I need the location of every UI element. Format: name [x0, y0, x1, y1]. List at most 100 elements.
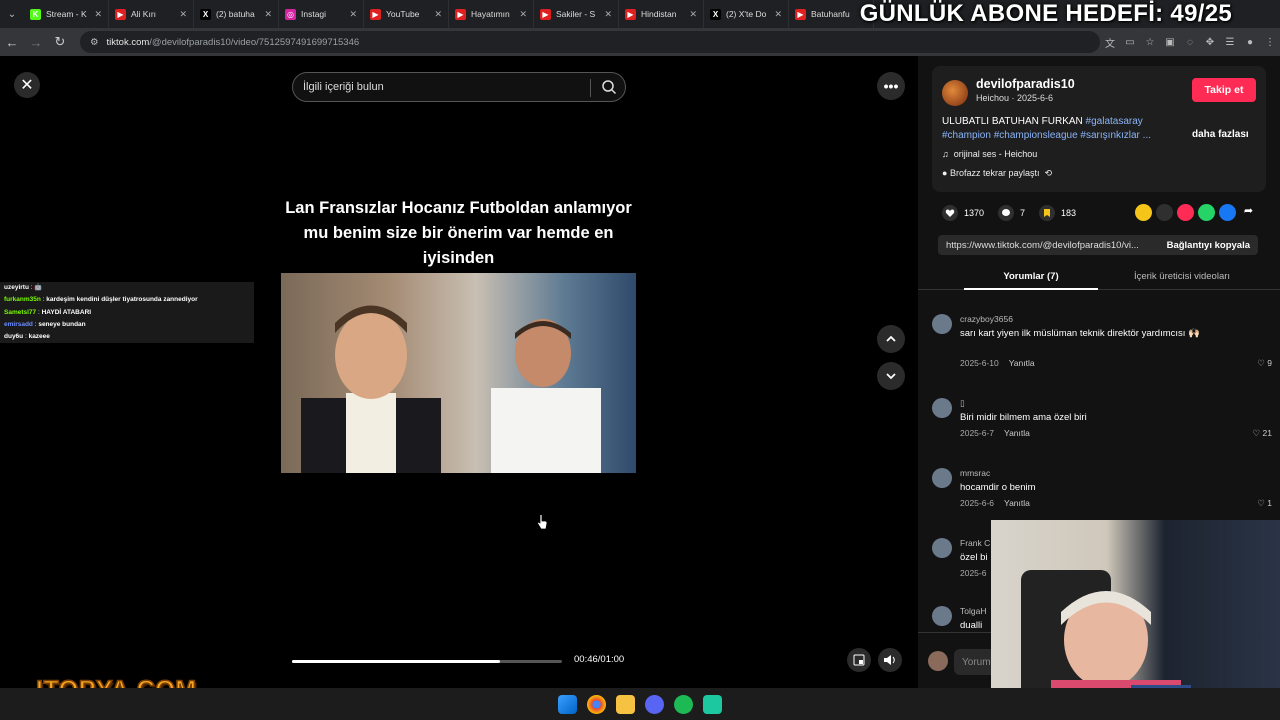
sound-label: orijinal ses - Heichou	[953, 149, 1038, 159]
commenter-avatar[interactable]	[932, 468, 952, 488]
copy-link-button[interactable]: Bağlantıyı kopyala	[1167, 240, 1250, 251]
whatsapp-icon[interactable]	[1198, 204, 1215, 221]
close-tab-icon[interactable]: ✕	[774, 9, 782, 20]
extensions-puzzle-icon[interactable]: ✥	[1200, 28, 1220, 56]
heart-icon	[942, 205, 958, 221]
spotify-icon[interactable]	[674, 694, 693, 714]
close-tab-icon[interactable]: ✕	[349, 9, 357, 20]
tab-search-icon[interactable]: ⌄	[0, 0, 24, 28]
profile-avatar[interactable]: ●	[1240, 28, 1260, 56]
browser-tab[interactable]: ▶ Hayatımın ✕	[449, 0, 534, 28]
back-icon[interactable]: ←	[0, 28, 24, 56]
browser-tab[interactable]: ▶ Hindistan ✕	[619, 0, 704, 28]
comment-count: 7	[1020, 208, 1026, 218]
coin-icon[interactable]	[1135, 204, 1152, 221]
chat-username: duy6u	[4, 333, 24, 341]
forward-icon[interactable]: →	[24, 28, 48, 56]
more-options-button[interactable]: •••	[877, 72, 905, 100]
discord-icon[interactable]	[645, 694, 664, 714]
url-path: /@devilofparadis10/video/751259749169971…	[149, 36, 360, 48]
cast-icon[interactable]: ▭	[1120, 28, 1140, 56]
chat-message: Sametsl77 : HAYDİ ATABARI	[0, 306, 254, 319]
save-button[interactable]: 183	[1039, 205, 1076, 221]
extension-icon[interactable]: ▣	[1160, 28, 1180, 56]
comment-like-count: 9	[1267, 358, 1272, 368]
browser-tab[interactable]: ▶ YouTube ✕	[364, 0, 449, 28]
like-button[interactable]: 1370	[942, 205, 984, 221]
sound-row[interactable]: ♫ orijinal ses - Heichou	[942, 149, 1037, 159]
tab-comments[interactable]: Yorumlar (7)	[964, 271, 1098, 282]
creator-avatar[interactable]	[942, 80, 968, 106]
related-search-input[interactable]: İlgili içeriği bulun	[292, 72, 626, 102]
volume-button[interactable]	[878, 648, 902, 672]
pip-button[interactable]	[847, 648, 871, 672]
repost-row: ● Brofazz tekrar paylaştı ⟲	[942, 168, 1052, 179]
extension-icon-2[interactable]: ◌	[1180, 28, 1200, 56]
comment-like[interactable]: ♡ 21	[1253, 428, 1272, 439]
close-tab-icon[interactable]: ✕	[94, 9, 102, 20]
comment-like[interactable]: ♡ 1	[1257, 498, 1272, 509]
follow-button[interactable]: Takip et	[1192, 78, 1256, 102]
next-video-button[interactable]	[877, 362, 905, 390]
browser-tab[interactable]: K Stream - K ✕	[24, 0, 109, 28]
reload-icon[interactable]: ↻	[48, 28, 72, 56]
commenter-name[interactable]: ▯	[960, 398, 965, 409]
creator-username[interactable]: devilofparadis10	[976, 77, 1075, 91]
reply-button[interactable]: Yanıtla	[1009, 358, 1035, 368]
site-settings-icon[interactable]: ⚙	[90, 37, 99, 48]
url-field[interactable]: ⚙ tiktok.com/@devilofparadis10/video/751…	[80, 31, 1100, 53]
commenter-name[interactable]: crazyboy3656	[960, 314, 1013, 324]
app-icon[interactable]	[703, 694, 722, 714]
previous-video-button[interactable]	[877, 325, 905, 353]
embed-code-icon[interactable]	[1156, 204, 1173, 221]
reply-button[interactable]: Yanıtla	[1004, 428, 1030, 438]
close-tab-icon[interactable]: ✕	[519, 9, 527, 20]
reading-list-icon[interactable]: ☰	[1220, 28, 1240, 56]
comment-like-count: 21	[1262, 428, 1272, 438]
stream-chat-overlay: uzeyirtu : 🤖 furkanm35n : kardeşim kendin…	[0, 282, 254, 344]
browser-tab[interactable]: ▶ Ali Kırı ✕	[109, 0, 194, 28]
send-to-friends-icon[interactable]	[1177, 204, 1194, 221]
facebook-icon[interactable]	[1219, 204, 1236, 221]
search-placeholder: İlgili içeriği bulun	[303, 81, 384, 93]
close-tab-icon[interactable]: ✕	[264, 9, 272, 20]
reply-button[interactable]: Yanıtla	[1004, 498, 1030, 508]
translate-icon[interactable]: 文	[1100, 28, 1120, 56]
commenter-avatar[interactable]	[932, 398, 952, 418]
commenter-avatar[interactable]	[932, 314, 952, 334]
close-tab-icon[interactable]: ✕	[434, 9, 442, 20]
video-info-card: devilofparadis10 Heichou · 2025-6-6 Taki…	[932, 66, 1266, 192]
browser-tab[interactable]: X (2) X'te Do ✕	[704, 0, 789, 28]
reposter-avatar: ●	[942, 168, 948, 178]
video-link-url[interactable]: https://www.tiktok.com/@devilofparadis10…	[946, 240, 1156, 251]
os-taskbar	[0, 688, 1280, 720]
search-icon[interactable]	[601, 79, 617, 98]
file-explorer-icon[interactable]	[616, 694, 635, 714]
active-tab-indicator	[964, 288, 1098, 290]
commenter-name[interactable]: mmsrac	[960, 468, 990, 478]
commenter-name[interactable]: Frank C	[960, 538, 990, 548]
tab-creator-videos[interactable]: İçerik üreticisi videoları	[1114, 271, 1250, 282]
close-tab-icon[interactable]: ✕	[179, 9, 187, 20]
close-tab-icon[interactable]: ✕	[689, 9, 697, 20]
share-arrow-icon[interactable]: ➦	[1240, 204, 1257, 221]
comment-button[interactable]: 7	[998, 205, 1025, 221]
show-more-link[interactable]: daha fazlası	[1192, 129, 1249, 140]
chat-text: 🤖	[34, 284, 43, 291]
windows-start-icon[interactable]	[558, 694, 577, 714]
tab-favicon-icon: ▶	[625, 8, 636, 20]
close-icon[interactable]: ✕	[14, 72, 40, 98]
browser-tab[interactable]: ▶ Sakiler - S ✕	[534, 0, 619, 28]
browser-menu-icon[interactable]: ⋮	[1260, 28, 1280, 56]
commenter-avatar[interactable]	[932, 606, 952, 626]
tab-title: Instagi	[301, 9, 327, 19]
close-tab-icon[interactable]: ✕	[604, 9, 612, 20]
commenter-avatar[interactable]	[932, 538, 952, 558]
browser-tab[interactable]: X (2) batuha ✕	[194, 0, 279, 28]
commenter-name[interactable]: TolgaH	[960, 606, 986, 616]
video-progress-bar[interactable]	[292, 660, 562, 663]
bookmark-star-icon[interactable]: ☆	[1140, 28, 1160, 56]
chrome-icon[interactable]	[587, 694, 606, 714]
browser-tab[interactable]: ◎ Instagi ✕	[279, 0, 364, 28]
comment-like[interactable]: ♡ 9	[1257, 358, 1272, 369]
